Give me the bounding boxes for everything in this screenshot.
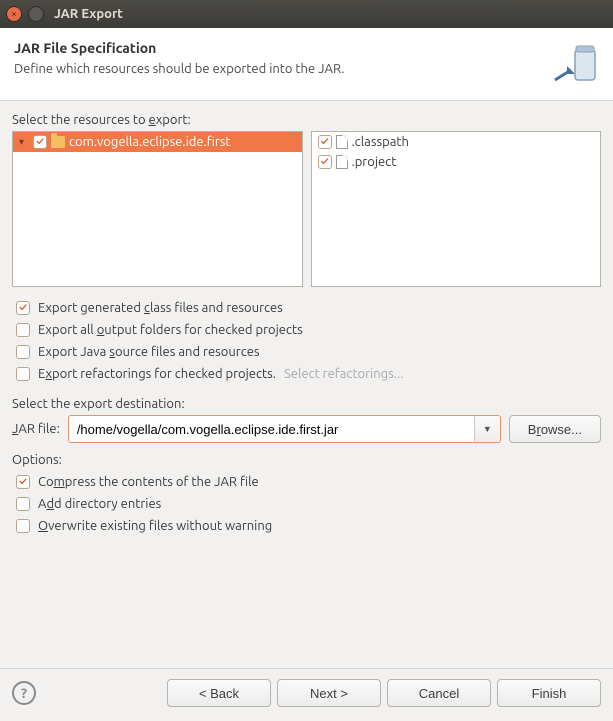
checkbox[interactable]: [16, 367, 30, 381]
tree-item-project[interactable]: ▾ com.vogella.eclipse.ide.first: [13, 132, 302, 152]
option-label: Export refactorings for checked projects…: [38, 367, 276, 381]
wizard-footer: ? < Back Next > Cancel Finish: [0, 668, 613, 721]
option-export-java-source[interactable]: Export Java source files and resources: [12, 341, 601, 363]
window-title: JAR Export: [54, 7, 123, 21]
jar-file-label: JAR file:: [12, 422, 60, 436]
page-subtitle: Define which resources should be exporte…: [14, 62, 344, 76]
option-label: Export Java source files and resources: [38, 345, 260, 359]
close-icon[interactable]: ×: [6, 6, 22, 22]
project-tree[interactable]: ▾ com.vogella.eclipse.ide.first: [12, 131, 303, 287]
destination-label: Select the export destination:: [12, 397, 601, 411]
list-item[interactable]: .project: [312, 152, 601, 172]
option-label: Export all output folders for checked pr…: [38, 323, 303, 337]
file-label: .project: [352, 155, 397, 169]
option-export-output-folders[interactable]: Export all output folders for checked pr…: [12, 319, 601, 341]
checkbox[interactable]: [16, 497, 30, 511]
file-checkbox[interactable]: [318, 155, 332, 169]
checkbox[interactable]: [16, 345, 30, 359]
next-button[interactable]: Next >: [277, 679, 381, 707]
list-item[interactable]: .classpath: [312, 132, 601, 152]
back-button[interactable]: < Back: [167, 679, 271, 707]
jar-file-combo[interactable]: ▼: [68, 415, 501, 443]
file-checkbox[interactable]: [318, 135, 332, 149]
chevron-down-icon[interactable]: ▼: [474, 416, 500, 442]
resources-label: Select the resources to export:: [12, 113, 601, 127]
browse-button[interactable]: Browse...: [509, 415, 601, 443]
option-add-directory[interactable]: Add directory entries: [12, 493, 601, 515]
option-overwrite[interactable]: Overwrite existing files without warning: [12, 515, 601, 537]
option-label: Overwrite existing files without warning: [38, 519, 272, 533]
titlebar: × JAR Export: [0, 0, 613, 28]
minimize-icon[interactable]: [28, 6, 44, 22]
file-label: .classpath: [352, 135, 409, 149]
option-compress[interactable]: Compress the contents of the JAR file: [12, 471, 601, 493]
file-list[interactable]: .classpath .project: [311, 131, 602, 287]
select-refactorings-link: Select refactorings...: [284, 367, 403, 381]
folder-icon: [51, 136, 65, 148]
checkbox[interactable]: [16, 519, 30, 533]
checkbox[interactable]: [16, 475, 30, 489]
option-export-refactorings[interactable]: Export refactorings for checked projects…: [12, 363, 601, 385]
option-label: Add directory entries: [38, 497, 161, 511]
finish-button[interactable]: Finish: [497, 679, 601, 707]
wizard-header: JAR File Specification Define which reso…: [0, 28, 613, 101]
option-label: Compress the contents of the JAR file: [38, 475, 259, 489]
file-icon: [336, 155, 348, 169]
project-checkbox[interactable]: [33, 135, 47, 149]
option-label: Export generated class files and resourc…: [38, 301, 283, 315]
checkbox[interactable]: [16, 301, 30, 315]
checkbox[interactable]: [16, 323, 30, 337]
jar-icon: [553, 40, 599, 86]
tree-collapse-icon[interactable]: ▾: [19, 136, 29, 148]
options-label: Options:: [12, 453, 601, 467]
project-label: com.vogella.eclipse.ide.first: [69, 135, 231, 149]
option-export-class-files[interactable]: Export generated class files and resourc…: [12, 297, 601, 319]
help-icon[interactable]: ?: [12, 681, 36, 705]
cancel-button[interactable]: Cancel: [387, 679, 491, 707]
jar-file-input[interactable]: [69, 416, 474, 442]
page-title: JAR File Specification: [14, 40, 344, 56]
file-icon: [336, 135, 348, 149]
